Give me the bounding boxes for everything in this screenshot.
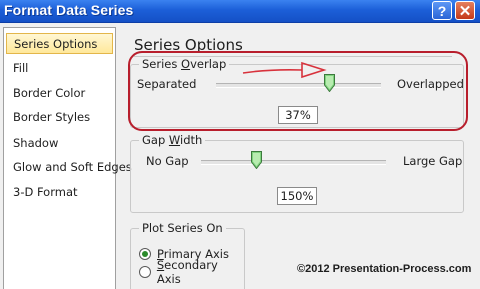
right-arrow-icon [242, 61, 327, 79]
sidebar-item-glow-soft-edges[interactable]: Glow and Soft Edges [6, 157, 132, 178]
secondary-axis-label: Secondary Axis [156, 258, 218, 286]
sidebar-item-label: Border Styles [13, 110, 91, 124]
sidebar-item-3d-format[interactable]: 3-D Format [6, 182, 113, 203]
sidebar-item-label: Shadow [13, 136, 59, 150]
plot-series-on-group: Plot Series On Primary Axis Secondary Ax… [130, 221, 245, 289]
format-data-series-dialog: Format Data Series ? ✕ Series Options Fi… [0, 0, 480, 289]
sidebar-item-label: Fill [13, 61, 29, 75]
sidebar-item-border-color[interactable]: Border Color [6, 83, 113, 104]
help-button[interactable]: ? [432, 1, 452, 20]
close-button[interactable]: ✕ [455, 1, 475, 20]
gap-width-track[interactable] [201, 160, 386, 165]
close-icon: ✕ [458, 2, 472, 20]
sidebar-item-fill[interactable]: Fill [6, 58, 113, 79]
sidebar-item-shadow[interactable]: Shadow [6, 133, 113, 154]
sidebar-item-series-options[interactable]: Series Options [6, 33, 113, 54]
gap-width-group: Gap Width No Gap Large Gap 150% [130, 133, 464, 213]
no-gap-label: No Gap [146, 154, 189, 168]
copyright-watermark: ©2012 Presentation-Process.com [297, 263, 472, 275]
plot-series-on-label: Plot Series On [139, 221, 226, 235]
window-title: Format Data Series [4, 2, 134, 18]
sidebar-item-label: Glow and Soft Edges [13, 160, 132, 174]
title-bar: Format Data Series ? ✕ [0, 0, 480, 23]
sidebar-item-label: Series Options [14, 37, 98, 51]
sidebar-item-label: 3-D Format [13, 185, 78, 199]
large-gap-label: Large Gap [403, 154, 463, 168]
help-icon: ? [437, 2, 447, 19]
sidebar-item-label: Border Color [13, 86, 86, 100]
gap-width-slider-thumb[interactable] [251, 151, 262, 169]
secondary-axis-radio[interactable] [139, 266, 151, 278]
primary-axis-radio[interactable] [139, 248, 151, 260]
gap-width-value-input[interactable]: 150% [277, 187, 317, 205]
sidebar-item-border-styles[interactable]: Border Styles [6, 107, 113, 128]
gap-width-label: Gap Width [139, 133, 206, 147]
sidebar: Series Options Fill Border Color Border … [3, 27, 132, 289]
secondary-axis-option[interactable]: Secondary Axis [139, 258, 244, 286]
